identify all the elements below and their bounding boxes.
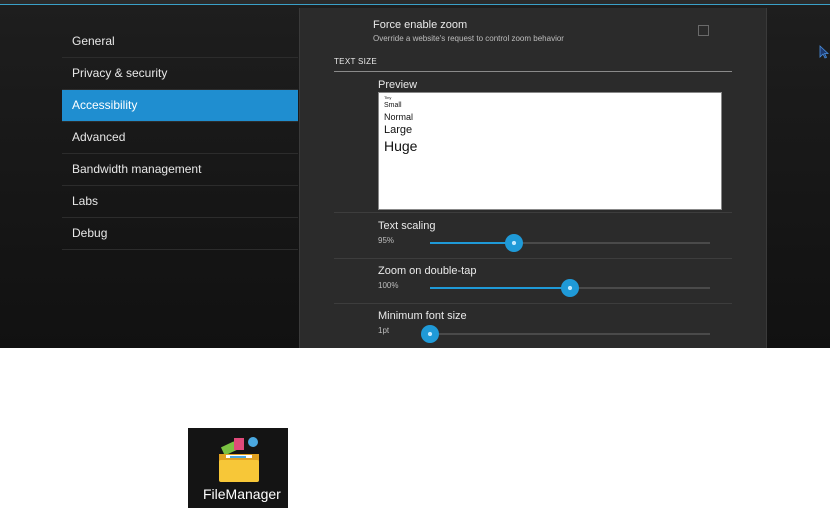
sidebar-item-general[interactable]: General [62, 26, 298, 58]
zoom-double-tap-title: Zoom on double-tap [378, 265, 477, 277]
zoom-double-tap-slider[interactable] [430, 279, 710, 297]
text-scaling-slider-fill [430, 242, 514, 244]
min-font-size-value: 1pt [378, 326, 390, 335]
force-zoom-title: Force enable zoom [373, 19, 468, 31]
force-zoom-summary: Override a website's request to control … [373, 34, 564, 43]
sidebar-item-labs[interactable]: Labs [62, 186, 298, 218]
preview-huge-text: Huge [384, 138, 418, 154]
force-zoom-checkbox[interactable] [698, 25, 709, 36]
divider [334, 258, 732, 259]
min-font-size-slider-thumb[interactable] [421, 325, 439, 343]
preview-tiny-text: Tiny [384, 95, 392, 100]
zoom-double-tap-value: 100% [378, 281, 399, 290]
top-status-line [0, 0, 830, 5]
preview-small-text: Small [384, 102, 402, 109]
divider [334, 303, 732, 304]
divider [334, 212, 732, 213]
mouse-pointer-icon [819, 45, 829, 59]
text-scaling-value: 95% [378, 236, 395, 245]
file-manager-app-shortcut[interactable]: FileManager [188, 428, 288, 508]
sidebar-item-bandwidth-management[interactable]: Bandwidth management [62, 154, 298, 186]
text-size-section-header: TEXT SIZE [334, 57, 732, 72]
min-font-size-slider[interactable] [421, 325, 710, 343]
text-scaling-slider[interactable] [430, 234, 710, 252]
browser-settings-screen: General Privacy & security Accessibility… [0, 0, 830, 348]
zoom-double-tap-slider-thumb[interactable] [561, 279, 579, 297]
sidebar-item-advanced[interactable]: Advanced [62, 122, 298, 154]
sidebar-item-debug[interactable]: Debug [62, 218, 298, 250]
text-scaling-slider-thumb[interactable] [505, 234, 523, 252]
min-font-size-title: Minimum font size [378, 310, 467, 322]
text-preview-box: Tiny Small Normal Large Huge [378, 92, 722, 210]
zoom-double-tap-slider-fill [430, 287, 570, 289]
preview-large-text: Large [384, 124, 413, 136]
accessibility-settings-panel: Force enable zoom Override a website's r… [299, 8, 767, 348]
text-scaling-title: Text scaling [378, 220, 436, 232]
sidebar-item-accessibility[interactable]: Accessibility [62, 90, 298, 122]
sidebar-item-privacy-security[interactable]: Privacy & security [62, 58, 298, 90]
folder-icon [219, 437, 259, 482]
settings-sidebar: General Privacy & security Accessibility… [62, 26, 298, 250]
file-manager-app-label: FileManager [203, 486, 281, 502]
preview-label: Preview [378, 79, 418, 91]
preview-normal-text: Normal [384, 112, 414, 122]
